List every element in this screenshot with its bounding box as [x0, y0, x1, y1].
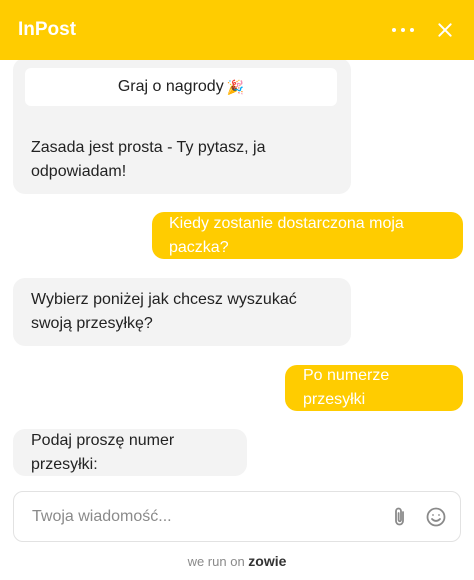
powered-by-footer: we run on zowie: [0, 553, 474, 569]
chat-messages[interactable]: Graj o nagrody 🎉 Zasada jest prosta - Ty…: [0, 60, 474, 480]
smiley-icon[interactable]: [424, 505, 448, 529]
message-composer: [13, 491, 461, 542]
close-icon[interactable]: [434, 19, 456, 41]
party-popper-icon: 🎉: [226, 78, 245, 95]
play-for-prizes-label: Graj o nagrody: [117, 78, 224, 95]
message-input[interactable]: [32, 507, 376, 526]
bot-message: Wybierz poniżej jak chcesz wyszukać swoj…: [13, 278, 351, 346]
footer-prefix: we run on: [187, 554, 245, 569]
bot-message: Podaj proszę numer przesyłki:: [13, 429, 247, 476]
play-for-prizes-button[interactable]: Graj o nagrody 🎉: [25, 68, 337, 106]
header-title: InPost: [18, 19, 77, 40]
more-dots-icon[interactable]: [388, 24, 418, 36]
header-actions: [388, 19, 456, 41]
chat-header: InPost: [0, 0, 474, 60]
zowie-logo[interactable]: zowie: [248, 553, 286, 569]
bot-message: Zasada jest prosta - Ty pytasz, ja odpow…: [13, 126, 351, 194]
paperclip-icon[interactable]: [388, 505, 412, 529]
user-message: Po numerze przesyłki: [285, 365, 463, 411]
user-message: Kiedy zostanie dostarczona moja paczka?: [152, 212, 463, 259]
